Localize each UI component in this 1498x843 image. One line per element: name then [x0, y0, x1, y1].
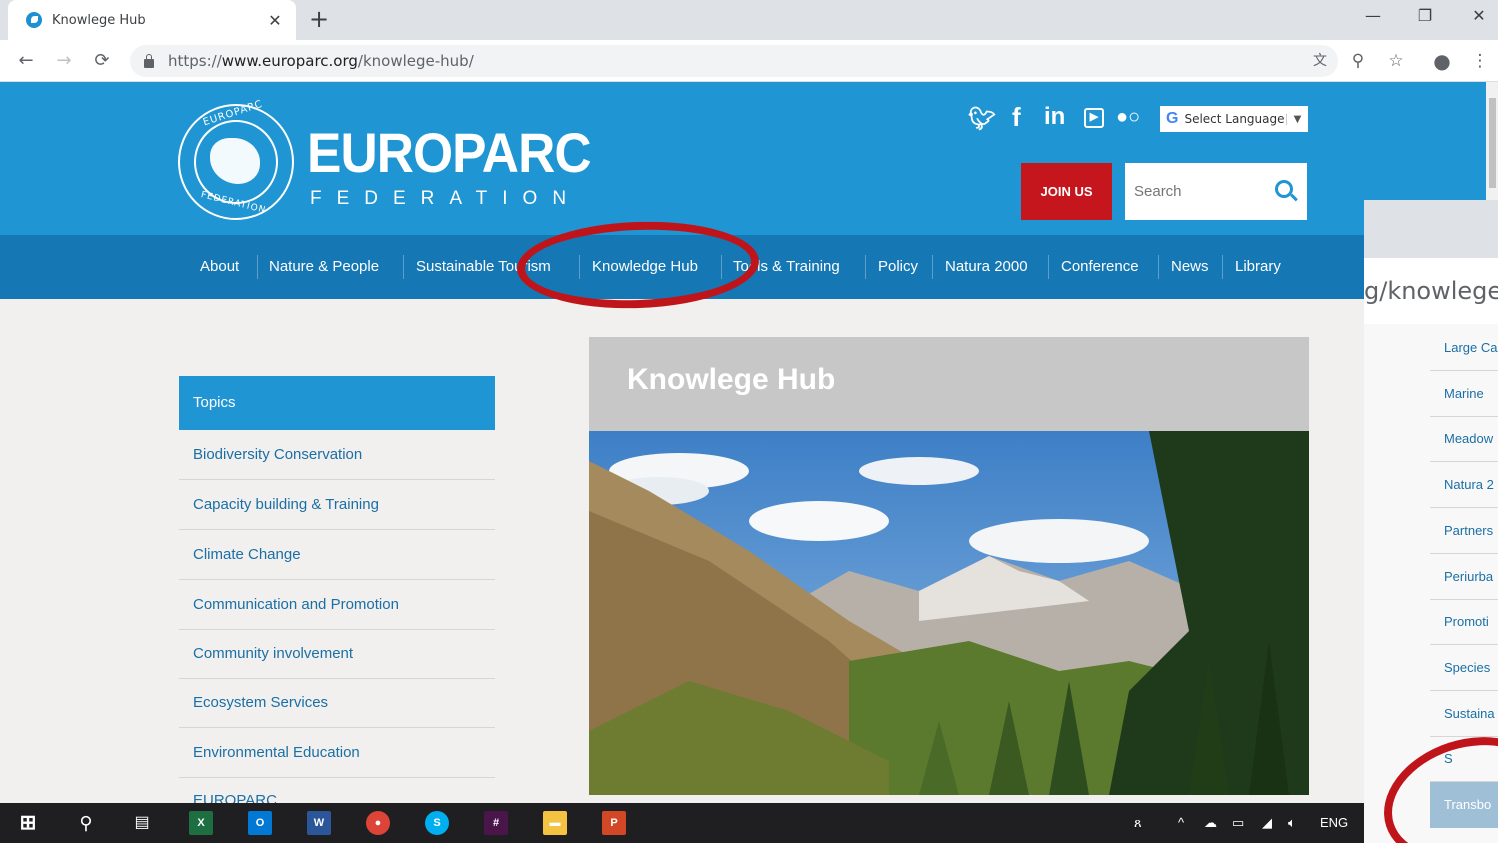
flickr-icon[interactable]: ●○: [1116, 106, 1140, 129]
address-bar[interactable]: https://www.europarc.org/knowlege-hub/: [130, 45, 1338, 77]
overlap-tab-bar: [1364, 200, 1498, 258]
overlap-list-item[interactable]: Natura 2: [1430, 462, 1498, 508]
outlook-icon[interactable]: O: [248, 811, 272, 835]
nav-item-conference[interactable]: Conference: [1061, 235, 1139, 299]
reload-icon[interactable]: ⟳: [90, 49, 114, 73]
hero-mountain-image: [589, 431, 1309, 795]
overlap-list-item[interactable]: Species: [1430, 645, 1498, 691]
input-language-indicator[interactable]: ENG: [1320, 815, 1348, 830]
facebook-icon[interactable]: f: [1012, 102, 1021, 133]
translate-icon[interactable]: 文: [1308, 48, 1332, 74]
onedrive-icon[interactable]: ☁: [1204, 815, 1217, 831]
sidebar-item-ecosystem[interactable]: Ecosystem Services: [179, 678, 495, 728]
lock-icon: [144, 53, 154, 68]
nav-item-about[interactable]: About: [200, 235, 239, 299]
profile-icon[interactable]: ●: [1430, 48, 1454, 74]
sidebar-item-capacity-building[interactable]: Capacity building & Training: [179, 480, 495, 530]
overlap-list-item[interactable]: Promoti: [1430, 599, 1498, 645]
overlap-list-item[interactable]: Sustaina: [1430, 691, 1498, 737]
tab-title: Knowlege Hub: [52, 12, 146, 28]
browser-toolbar: ← → ⟳ https://www.europarc.org/knowlege-…: [0, 40, 1498, 82]
twitter-icon[interactable]: 🐦︎: [968, 106, 996, 132]
google-g-icon: G: [1166, 110, 1179, 127]
nav-item-news[interactable]: News: [1171, 235, 1209, 299]
nav-item-policy[interactable]: Policy: [878, 235, 918, 299]
sidebar-header: Topics: [179, 376, 495, 430]
nav-item-nature-people[interactable]: Nature & People: [269, 235, 379, 299]
browser-tab[interactable]: Knowlege Hub ✕: [8, 0, 296, 40]
page-title: Knowlege Hub: [627, 363, 836, 396]
restore-window-button[interactable]: ❐: [1410, 4, 1440, 28]
tray-chevron-icon[interactable]: ^: [1178, 815, 1184, 830]
nav-divider: [865, 255, 866, 279]
linkedin-icon[interactable]: in: [1044, 103, 1065, 131]
minimize-window-button[interactable]: —: [1358, 4, 1388, 28]
battery-icon[interactable]: ▭: [1232, 815, 1244, 831]
search-box: [1125, 163, 1307, 220]
sidebar-item-communication[interactable]: Communication and Promotion: [179, 580, 495, 630]
volume-icon[interactable]: 🔈︎: [1288, 815, 1296, 831]
close-window-button[interactable]: ✕: [1464, 4, 1494, 28]
people-icon[interactable]: ጸ: [1134, 815, 1142, 831]
excel-icon[interactable]: X: [189, 811, 213, 835]
task-view-icon[interactable]: ▤: [130, 811, 154, 835]
slack-icon[interactable]: #: [484, 811, 508, 835]
nav-divider: [403, 255, 404, 279]
sidebar-item-education[interactable]: Environmental Education: [179, 728, 495, 778]
sidebar-item-biodiversity[interactable]: Biodiversity Conservation: [179, 430, 495, 480]
nav-divider: [1048, 255, 1049, 279]
scrollbar-thumb[interactable]: [1489, 98, 1496, 188]
skype-icon[interactable]: S: [425, 811, 449, 835]
logo-name[interactable]: EUROPARC: [307, 120, 592, 185]
nav-item-natura-2000[interactable]: Natura 2000: [945, 235, 1028, 299]
overlap-list-item[interactable]: Large Ca: [1430, 325, 1498, 371]
nav-divider: [257, 255, 258, 279]
site-header: EUROPARC FEDERATION EUROPARC FEDERATION …: [0, 82, 1486, 235]
nav-divider: [1222, 255, 1223, 279]
zoom-icon[interactable]: ⚲: [1346, 48, 1370, 74]
logo-subtitle: FEDERATION: [310, 188, 582, 209]
nav-divider: [1158, 255, 1159, 279]
site-favicon-icon: [26, 12, 42, 28]
bookmark-star-icon[interactable]: ☆: [1384, 48, 1408, 74]
youtube-icon[interactable]: ▶: [1084, 108, 1104, 128]
nav-divider: [932, 255, 933, 279]
overlap-list-item[interactable]: Partners: [1430, 508, 1498, 554]
sidebar-item-community[interactable]: Community involvement: [179, 629, 495, 679]
forward-arrow-icon[interactable]: →: [52, 49, 76, 73]
overlap-list-item[interactable]: Periurba: [1430, 554, 1498, 600]
menu-dots-icon[interactable]: ⋮: [1468, 48, 1492, 74]
language-label: Select Language: [1184, 112, 1285, 126]
wifi-icon[interactable]: ◢: [1262, 815, 1272, 831]
dropdown-arrow-icon: ▼: [1286, 113, 1308, 125]
search-icon[interactable]: [1275, 180, 1293, 198]
word-icon[interactable]: W: [307, 811, 331, 835]
europarc-logo[interactable]: EUROPARC FEDERATION: [178, 99, 294, 220]
close-tab-icon[interactable]: ✕: [266, 11, 284, 30]
mountain-landscape-picture: [589, 431, 1309, 795]
powerpoint-icon[interactable]: P: [602, 811, 626, 835]
sidebar-item-climate-change[interactable]: Climate Change: [179, 530, 495, 580]
nav-item-library[interactable]: Library: [1235, 235, 1281, 299]
chrome-icon[interactable]: ●: [366, 811, 390, 835]
search-taskbar-icon[interactable]: ⚲: [74, 811, 98, 835]
browser-tab-bar: Knowlege Hub ✕ + — ❐ ✕: [0, 0, 1498, 40]
windows-start-icon[interactable]: ⊞: [16, 811, 40, 835]
overlap-url-text[interactable]: g/knowlege-: [1364, 258, 1498, 324]
url-text: https://www.europarc.org/knowlege-hub/: [168, 52, 474, 70]
join-us-button[interactable]: JOIN US: [1021, 163, 1112, 220]
overlap-list-item[interactable]: Meadow: [1430, 416, 1498, 462]
language-selector[interactable]: G Select Language ▼: [1160, 106, 1308, 132]
back-arrow-icon[interactable]: ←: [14, 49, 38, 73]
overlap-list-item[interactable]: Marine: [1430, 371, 1498, 417]
search-input[interactable]: [1125, 171, 1260, 212]
content-title-bar: Knowlege Hub: [589, 337, 1309, 431]
new-tab-button[interactable]: +: [306, 6, 332, 32]
windows-taskbar: ⊞ ⚲ ▤ X O W ● S # ▬ P ጸ ^ ☁ ▭ ◢ 🔈︎ ENG: [0, 803, 1364, 843]
file-explorer-icon[interactable]: ▬: [543, 811, 567, 835]
